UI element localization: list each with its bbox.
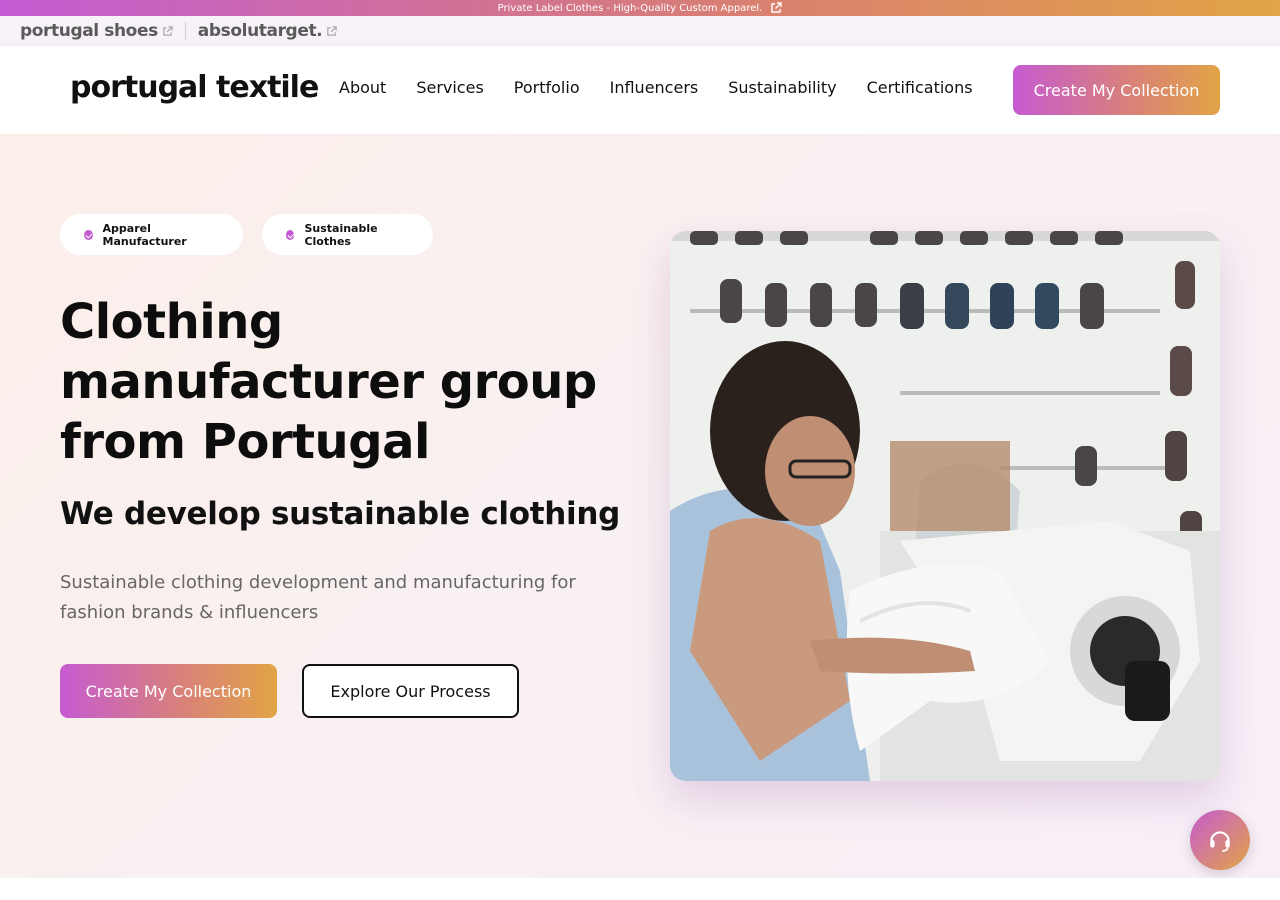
badge-sustainable-clothes: Sustainable Clothes (262, 214, 433, 255)
external-link-icon (771, 2, 783, 13)
support-chat-button[interactable] (1190, 810, 1250, 870)
nav-portfolio[interactable]: Portfolio (514, 78, 580, 97)
create-collection-button[interactable]: Create My Collection (1013, 65, 1220, 115)
brand-link-absolutarget[interactable]: absolutarget. (198, 21, 337, 41)
nav-about[interactable]: About (339, 78, 386, 97)
hero-section: Apparel Manufacturer Sustainable Clothes… (0, 134, 1280, 878)
nav-services[interactable]: Services (416, 78, 483, 97)
main-nav: About Services Portfolio Influencers Sus… (339, 78, 973, 97)
badge-label: Sustainable Clothes (304, 221, 378, 248)
nav-influencers[interactable]: Influencers (610, 78, 699, 97)
logo[interactable]: portugal textile (70, 70, 319, 105)
headset-icon (1210, 831, 1230, 852)
hero-subtitle: We develop sustainable clothing (60, 496, 620, 532)
promo-text[interactable]: Private Label Clothes - High-Quality Cus… (498, 3, 763, 14)
external-link-icon (162, 25, 173, 36)
explore-process-button[interactable]: Explore Our Process (302, 664, 519, 718)
brand-label: absolutarget. (197, 21, 323, 41)
nav-sustainability[interactable]: Sustainability (728, 78, 836, 97)
hero-title: Clothing manufacturer group from Portuga… (60, 294, 597, 470)
check-icon (84, 229, 93, 240)
brand-link-portugal-shoes[interactable]: portugal shoes (20, 21, 173, 41)
badge-apparel-manufacturer: Apparel Manufacturer (60, 214, 243, 255)
divider (184, 22, 186, 40)
hero-create-collection-button[interactable]: Create My Collection (60, 664, 277, 718)
brand-label: portugal shoes (20, 21, 158, 41)
workshop-illustration (670, 231, 1220, 781)
page-below-fold (0, 878, 1280, 900)
hero-image-sewing-workshop (670, 231, 1220, 781)
badge-label: Apparel Manufacturer (102, 221, 187, 248)
site-header: portugal textile About Services Portfoli… (0, 46, 1280, 134)
external-link-icon (327, 25, 337, 36)
nav-certifications[interactable]: Certifications (867, 78, 973, 97)
sister-brands-bar: portugal shoes absolutarget. (0, 16, 1280, 46)
promo-bar[interactable]: Private Label Clothes - High-Quality Cus… (0, 0, 1280, 16)
check-icon (286, 229, 295, 240)
hero-description: Sustainable clothing development and man… (60, 572, 576, 623)
